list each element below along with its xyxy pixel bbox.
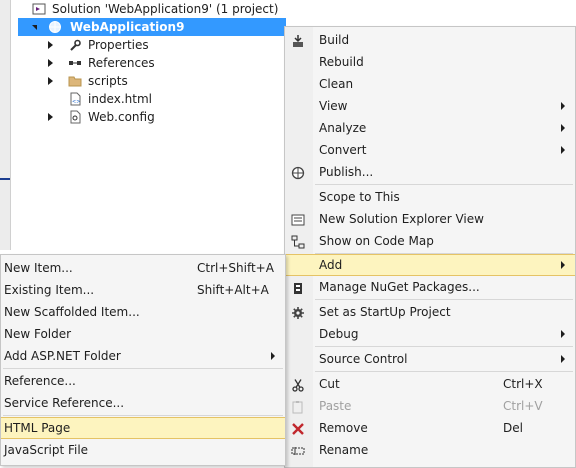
tree-item-label: Web.config [88,110,155,124]
submenu-item-add-aspnet-folder[interactable]: Add ASP.NET Folder [1,345,285,367]
submenu-item-new-scaffolded-item[interactable]: New Scaffolded Item... [1,301,285,323]
tree-item-label: scripts [88,74,128,88]
menu-separator [315,371,573,372]
add-submenu: New Item... Ctrl+Shift+A Existing Item..… [0,254,286,466]
menu-item-manage-nuget[interactable]: Manage NuGet Packages... [285,276,575,298]
project-label: WebApplication9 [70,20,185,34]
folder-icon [68,74,82,88]
nuget-icon [291,280,305,294]
menu-item-rename[interactable]: Rename [285,439,575,461]
menu-item-cut[interactable]: Cut Ctrl+X [285,373,575,395]
submenu-item-new-folder[interactable]: New Folder [1,323,285,345]
submenu-item-existing-item[interactable]: Existing Item... Shift+Alt+A [1,279,285,301]
solution-icon [32,2,46,16]
submenu-arrow-icon [561,261,565,269]
solution-label: Solution 'WebApplication9' (1 project) [52,2,279,16]
menu-item-scope-to-this[interactable]: Scope to This [285,186,575,208]
submenu-item-html-page[interactable]: HTML Page [1,417,285,439]
menu-item-show-on-code-map[interactable]: Show on Code Map [285,230,575,252]
rename-icon [291,443,305,457]
menu-item-paste[interactable]: Paste Ctrl+V [285,395,575,417]
html-file-icon: <> [68,92,82,106]
submenu-item-javascript-file[interactable]: JavaScript File [1,439,285,461]
expand-triangle-icon[interactable] [32,25,37,30]
collapse-triangle-icon[interactable] [48,113,53,121]
remove-x-icon [291,421,305,435]
project-context-menu: Build Rebuild Clean View Analyze Convert… [284,26,576,468]
menu-item-debug[interactable]: Debug [285,323,575,345]
menu-item-publish[interactable]: Publish... [285,161,575,183]
web-project-icon [48,20,62,34]
submenu-arrow-icon [561,124,565,132]
menu-item-view[interactable]: View [285,95,575,117]
menu-item-set-startup[interactable]: Set as StartUp Project [285,301,575,323]
tree-item-label: Properties [88,38,149,52]
config-file-icon [68,110,82,124]
submenu-item-reference[interactable]: Reference... [1,370,285,392]
left-panel-edge [0,0,11,250]
menu-item-clean[interactable]: Clean [285,73,575,95]
submenu-arrow-icon [271,352,275,360]
menu-separator [3,415,283,416]
tree-item-label: index.html [88,92,152,106]
menu-item-build[interactable]: Build [285,29,575,51]
submenu-arrow-icon [561,102,565,110]
collapse-triangle-icon[interactable] [48,77,53,85]
svg-text:<>: <> [72,99,80,105]
submenu-arrow-icon [561,330,565,338]
collapse-triangle-icon[interactable] [48,41,53,49]
menu-separator [315,299,573,300]
submenu-item-new-item[interactable]: New Item... Ctrl+Shift+A [1,257,285,279]
build-icon [291,33,305,47]
menu-separator [3,368,283,369]
menu-item-add[interactable]: Add [285,254,575,276]
menu-item-source-control[interactable]: Source Control [285,348,575,370]
menu-item-convert[interactable]: Convert [285,139,575,161]
submenu-arrow-icon [561,146,565,154]
wrench-icon [68,38,82,52]
scissors-icon [291,377,305,392]
tree-item-label: References [88,56,155,70]
paste-icon [291,399,305,414]
menu-item-new-solution-explorer-view[interactable]: New Solution Explorer View [285,208,575,230]
submenu-item-service-reference[interactable]: Service Reference... [1,392,285,414]
collapse-triangle-icon[interactable] [48,59,53,67]
menu-item-remove[interactable]: Remove Del [285,417,575,439]
menu-separator [315,184,573,185]
references-icon [68,56,82,70]
code-map-icon [291,234,305,249]
menu-item-rebuild[interactable]: Rebuild [285,51,575,73]
gear-icon [291,305,305,319]
submenu-arrow-icon [561,355,565,363]
left-panel-marker [0,178,10,180]
publish-globe-icon [291,165,305,180]
menu-item-analyze[interactable]: Analyze [285,117,575,139]
solution-explorer-view-icon [291,212,305,226]
menu-separator [315,346,573,347]
